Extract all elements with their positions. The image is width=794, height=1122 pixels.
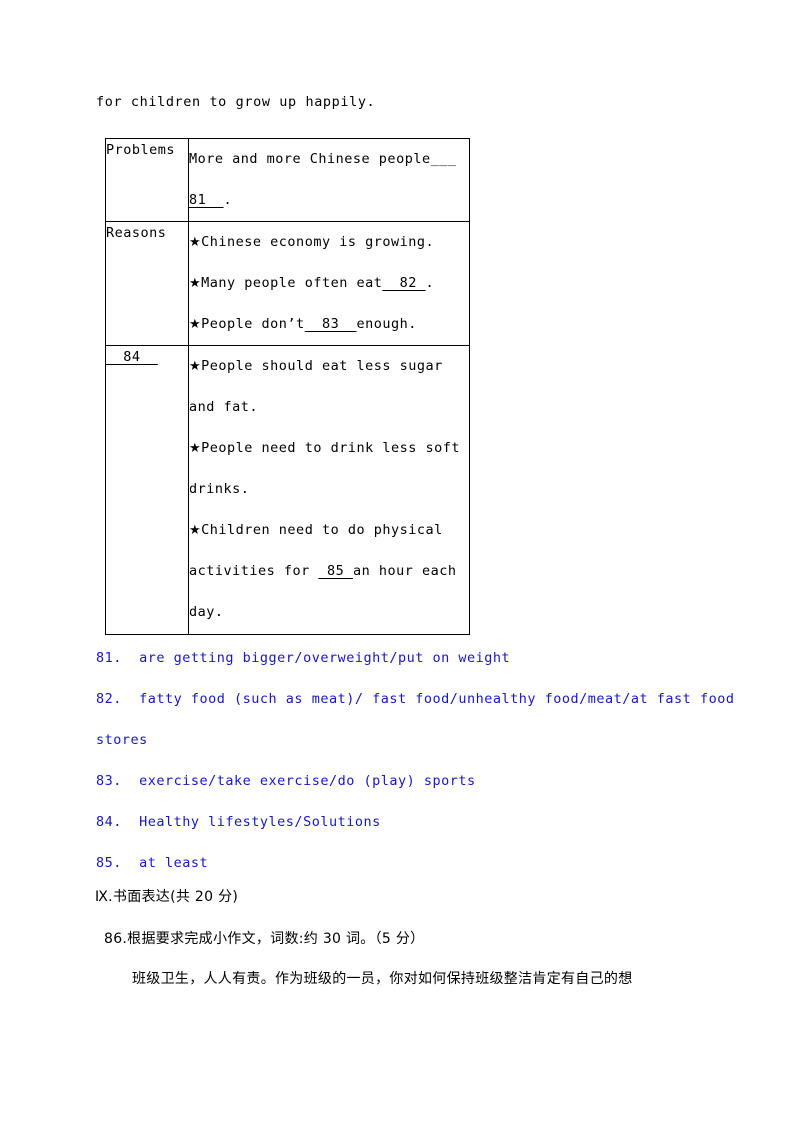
table-content-line: ★Children need to do physical [189, 510, 469, 551]
table-content-line: 81 . [189, 180, 469, 221]
table-content-line: drinks. [189, 469, 469, 510]
answer-blank: 81 [189, 192, 224, 208]
star-bullet-icon: ★ [189, 359, 202, 374]
text-segment: More and more Chinese people [189, 151, 431, 167]
table-row-label-cell: 84 [105, 345, 189, 635]
text-segment: an hour each [352, 563, 457, 579]
table-content-line: and fat. [189, 387, 469, 428]
answer-blank: 82 [382, 275, 426, 291]
writing-section-heading: Ⅸ.书面表达(共 20 分) [95, 889, 239, 905]
table-row-label: Reasons [106, 225, 167, 241]
table-row: Reasons ★Chinese economy is growing. ★Many… [105, 221, 470, 346]
star-bullet-icon: ★ [189, 317, 202, 332]
document-page: for children to grow up happily. Problem… [0, 0, 794, 1122]
table-row: 84 ★People should eat less sugar and fat.… [105, 345, 470, 635]
answer-key-line: 84. Healthy lifestyles/Solutions [96, 814, 381, 830]
table-content-line: ★People should eat less sugar [189, 346, 469, 387]
text-segment: Many people often eat [201, 275, 383, 291]
answer-blank: 85 [318, 563, 353, 579]
text-segment: . [425, 275, 435, 291]
text-segment: day. [189, 604, 224, 620]
answer-key-block: 81. are getting bigger/overweight/put on… [96, 638, 756, 884]
star-bullet-icon: ★ [189, 523, 202, 538]
question-86-prompt: 86.根据要求完成小作文，词数:约 30 词。（5 分） [104, 931, 425, 947]
table-content-line: ★Many people often eat 82 . [189, 263, 469, 304]
star-bullet-icon: ★ [189, 441, 202, 456]
text-segment: and fat. [189, 399, 259, 415]
table-content-line: ★People don’t 83 enough. [189, 304, 469, 345]
text-segment: Chinese economy is growing. [201, 234, 435, 250]
table-content-line: ★Chinese economy is growing. [189, 222, 469, 263]
answer-key-line: 82. fatty food (such as meat)/ fast food… [96, 691, 744, 748]
summary-table-wrapper: Problems More and more Chinese people___ 8… [105, 138, 470, 635]
answer-key-line: 81. are getting bigger/overweight/put on… [96, 650, 511, 666]
summary-table: Problems More and more Chinese people___ 8… [105, 138, 470, 635]
answer-blank: 83 [304, 316, 357, 332]
text-segment: Children need to do physical [201, 522, 443, 538]
table-row-label-cell: Reasons [105, 221, 189, 346]
text-segment: drinks. [189, 481, 250, 497]
star-bullet-icon: ★ [189, 235, 202, 250]
table-content-line: ★People need to drink less soft [189, 428, 469, 469]
table-row-content-cell: ★People should eat less sugar and fat. ★Pe… [188, 345, 470, 635]
star-bullet-icon: ★ [189, 276, 202, 291]
answer-key-line: 85. at least [96, 855, 209, 871]
table-row-content-cell: ★Chinese economy is growing. ★Many people… [188, 221, 470, 346]
text-segment: People need to drink less soft [201, 440, 460, 456]
text-segment: . [223, 192, 233, 208]
question-86-body-text: 班级卫生，人人有责。作为班级的一员，你对如何保持班级整洁肯定有自己的想 [132, 971, 633, 987]
table-row-content-cell: More and more Chinese people___ 81 . [188, 138, 470, 222]
intro-text-line: for children to grow up happily. [96, 94, 376, 110]
text-segment: activities for [189, 563, 319, 579]
answer-key-line: 83. exercise/take exercise/do (play) spo… [96, 773, 476, 789]
text-segment: ___ [430, 151, 457, 167]
table-row-label: Problems [106, 142, 176, 158]
table-row: Problems More and more Chinese people___ 8… [105, 138, 470, 222]
text-segment: enough. [356, 316, 417, 332]
table-content-line: day. [189, 592, 469, 633]
text-segment: People should eat less sugar [201, 358, 443, 374]
table-content-line: activities for 85 an hour each [189, 551, 469, 592]
table-content-line: More and more Chinese people___ [189, 139, 469, 180]
answer-blank: 84 [106, 349, 158, 365]
table-row-label-cell: Problems [105, 138, 189, 222]
text-segment: People don’t [201, 316, 305, 332]
